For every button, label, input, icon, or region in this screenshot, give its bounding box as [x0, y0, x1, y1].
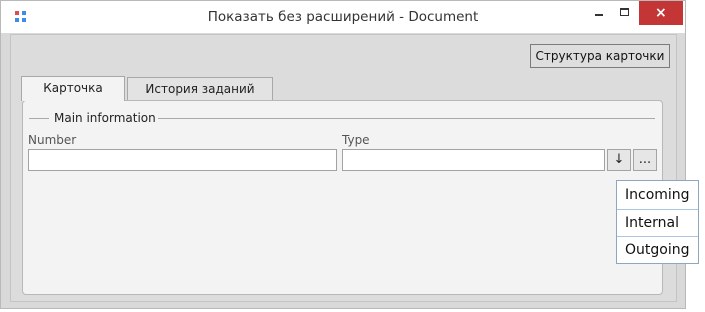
tab-task-history[interactable]: История заданий [127, 77, 273, 101]
tab-card[interactable]: Карточка [21, 76, 125, 101]
type-dropdown-list: Incoming Internal Outgoing [616, 180, 699, 264]
group-divider-left [29, 118, 49, 119]
window-title: Показать без расширений - Document [207, 9, 479, 25]
app-window: Показать без расширений - Document × Стр… [0, 0, 686, 309]
close-icon: × [655, 5, 667, 21]
type-input[interactable] [342, 149, 605, 171]
number-input[interactable] [28, 149, 337, 171]
card-structure-button[interactable]: Структура карточки [530, 44, 670, 68]
dropdown-option-outgoing[interactable]: Outgoing [617, 237, 698, 264]
type-label: Type [342, 133, 370, 147]
close-button[interactable]: × [639, 1, 683, 25]
dropdown-option-incoming[interactable]: Incoming [617, 182, 698, 209]
minimize-icon [595, 14, 603, 16]
maximize-icon [620, 8, 629, 16]
group-divider-right [153, 118, 655, 119]
group-title-main-information: Main information [52, 111, 158, 125]
number-label: Number [28, 133, 77, 147]
client-area: Структура карточки Карточка История зада… [10, 34, 677, 302]
maximize-button[interactable] [612, 1, 638, 25]
ellipsis-icon: ... [638, 152, 652, 167]
minimize-button[interactable] [586, 1, 612, 25]
type-browse-button[interactable]: ... [633, 149, 657, 171]
arrow-down-icon: ↓ [613, 152, 625, 167]
type-dropdown-button[interactable]: ↓ [607, 149, 631, 171]
tab-panel: Main information Number Type ↓ ... [22, 100, 663, 295]
title-bar[interactable]: Показать без расширений - Document × [1, 1, 685, 33]
dropdown-option-internal[interactable]: Internal [617, 210, 698, 237]
